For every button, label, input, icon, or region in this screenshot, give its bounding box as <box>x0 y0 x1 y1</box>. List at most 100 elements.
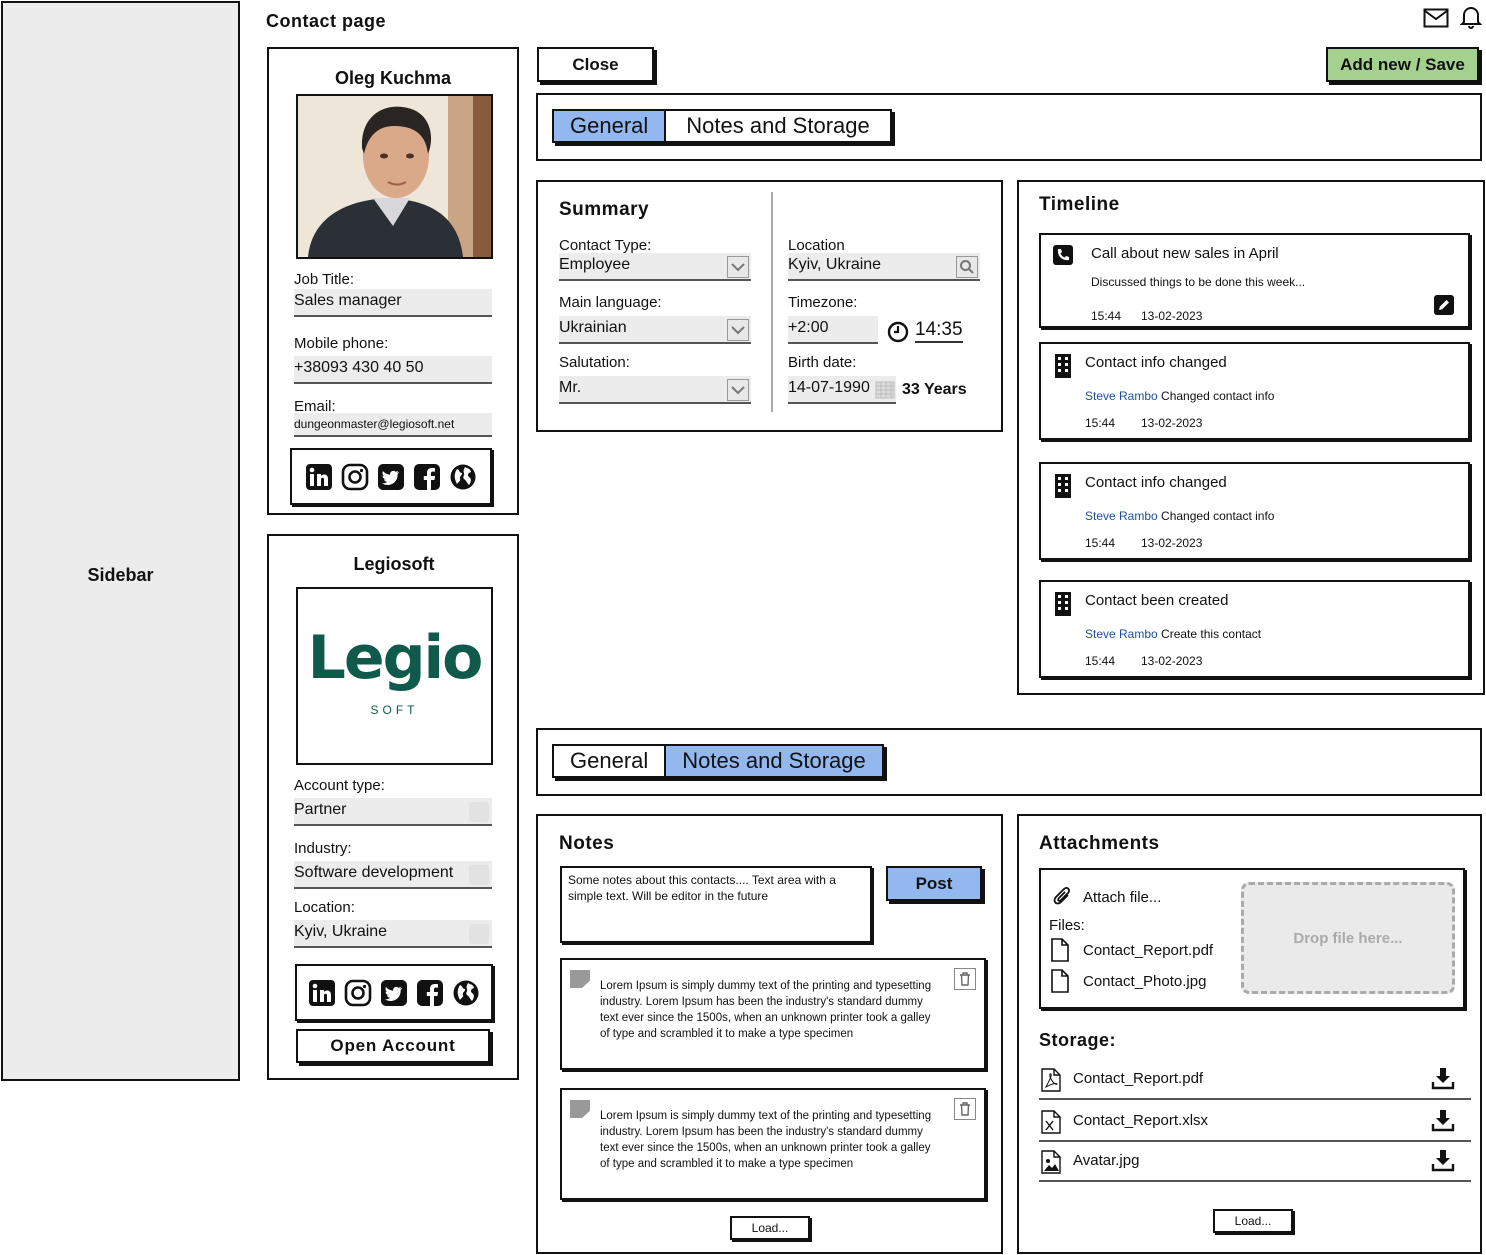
timeline-item-action: Changed contact info <box>1161 389 1275 403</box>
attached-file-name[interactable]: Contact_Report.pdf <box>1083 942 1213 959</box>
linkedin-icon[interactable] <box>305 463 333 491</box>
website-globe-icon[interactable] <box>449 463 477 491</box>
building-icon <box>1053 354 1073 378</box>
timeline-item-date: 13-02-2023 <box>1141 654 1203 668</box>
storage-row[interactable]: Contact_Report.xlsx <box>1039 1102 1471 1142</box>
files-label: Files: <box>1049 917 1085 934</box>
note-editor[interactable]: Some notes about this contacts.... Text … <box>560 866 872 943</box>
trash-icon[interactable] <box>954 968 976 990</box>
edit-pencil-icon[interactable] <box>1434 295 1454 315</box>
note-item: Lorem Ipsum is simply dummy text of the … <box>560 958 986 1070</box>
phone-icon <box>1053 245 1073 265</box>
industry-field: Software development <box>294 861 492 889</box>
storage-load-button[interactable]: Load... <box>1213 1209 1293 1233</box>
timeline-item-user-link[interactable]: Steve Rambo <box>1085 509 1158 523</box>
storage-row[interactable]: Contact_Report.pdf <box>1039 1060 1471 1100</box>
save-button[interactable]: Add new / Save <box>1326 47 1479 82</box>
timeline-item-time: 15:44 <box>1085 654 1116 668</box>
job-title-field[interactable]: Sales manager <box>294 289 492 317</box>
timeline-item-user-link[interactable]: Steve Rambo <box>1085 627 1158 641</box>
facebook-icon[interactable] <box>416 979 444 1007</box>
timeline-item-action: Create this contact <box>1161 627 1262 641</box>
tab-general[interactable]: General <box>554 746 664 776</box>
timeline-item-action: Changed contact info <box>1161 509 1275 523</box>
birth-date-value: 14-07-1990 <box>788 379 870 396</box>
timeline-item-user-link[interactable]: Steve Rambo <box>1085 389 1158 403</box>
company-location-label: Location: <box>294 899 355 916</box>
summary-divider <box>771 192 773 412</box>
storage-file-name: Contact_Report.xlsx <box>1073 1112 1209 1129</box>
tab-panel-notes: General Notes and Storage <box>536 728 1482 796</box>
twitter-icon[interactable] <box>377 463 405 491</box>
mail-icon[interactable] <box>1423 8 1449 28</box>
building-icon <box>1053 592 1073 616</box>
clock-icon <box>887 321 909 343</box>
company-card: Legiosoft Legio SOFT Account type: Partn… <box>267 534 519 1080</box>
instagram-icon[interactable] <box>341 463 369 491</box>
instagram-icon[interactable] <box>344 979 372 1007</box>
email-field[interactable]: dungeonmaster@legiosoft.net <box>294 413 492 437</box>
timeline-item[interactable]: Contact info changed Steve Rambo Changed… <box>1039 462 1470 560</box>
account-type-label: Account type: <box>294 777 385 794</box>
attach-file-link[interactable]: Attach file... <box>1083 889 1161 906</box>
contact-type-select[interactable]: Employee <box>559 253 751 281</box>
tab-notes-storage[interactable]: Notes and Storage <box>666 111 889 141</box>
storage-file-name: Avatar.jpg <box>1073 1152 1140 1169</box>
calendar-icon[interactable] <box>874 378 896 400</box>
attachments-panel: Attachments Attach file... Files: Contac… <box>1017 814 1482 1254</box>
timeline-item[interactable]: Contact been created Steve Rambo Create … <box>1039 580 1470 678</box>
timezone-field[interactable]: +2:00 <box>788 316 878 344</box>
birth-date-field[interactable]: 14-07-1990 <box>788 376 896 404</box>
download-icon[interactable] <box>1431 1066 1455 1090</box>
download-icon[interactable] <box>1431 1148 1455 1172</box>
storage-row[interactable]: Avatar.jpg <box>1039 1142 1471 1182</box>
linkedin-icon[interactable] <box>308 979 336 1007</box>
timeline-item-detail: Steve Rambo Changed contact info <box>1085 389 1274 403</box>
twitter-icon[interactable] <box>380 979 408 1007</box>
account-type-value: Partner <box>294 801 347 818</box>
storage-title: Storage: <box>1039 1030 1117 1050</box>
search-icon[interactable] <box>956 256 978 278</box>
paperclip-icon <box>1053 886 1073 908</box>
timeline-item-date: 13-02-2023 <box>1141 536 1203 550</box>
location-search-field[interactable]: Kyiv, Ukraine <box>788 253 980 281</box>
facebook-icon[interactable] <box>413 463 441 491</box>
mobile-field[interactable]: +38093 430 40 50 <box>294 356 492 384</box>
salutation-select[interactable]: Mr. <box>559 376 751 404</box>
salutation-label: Salutation: <box>559 354 630 371</box>
timeline-item[interactable]: Contact info changed Steve Rambo Changed… <box>1039 342 1470 440</box>
lock-icon <box>469 865 489 885</box>
timeline-panel: Timeline Call about new sales in April D… <box>1017 180 1485 695</box>
download-icon[interactable] <box>1431 1108 1455 1132</box>
company-logo-wordmark: Legio <box>307 623 484 693</box>
drop-zone-label: Drop file here... <box>1293 929 1403 947</box>
timeline-item[interactable]: Call about new sales in April Discussed … <box>1039 233 1470 328</box>
main-language-select[interactable]: Ukrainian <box>559 316 751 344</box>
attached-file-name[interactable]: Contact_Photo.jpg <box>1083 973 1206 990</box>
bell-icon[interactable] <box>1459 5 1483 29</box>
lock-icon <box>469 924 489 944</box>
timeline-item-detail: Steve Rambo Create this contact <box>1085 627 1261 641</box>
drop-zone[interactable]: Drop file here... <box>1241 882 1455 994</box>
tab-general[interactable]: General <box>554 111 667 141</box>
trash-icon[interactable] <box>954 1098 976 1120</box>
note-text: Lorem Ipsum is simply dummy text of the … <box>600 1110 932 1170</box>
notes-load-button[interactable]: Load... <box>730 1216 810 1240</box>
website-globe-icon[interactable] <box>452 979 480 1007</box>
birth-date-label: Birth date: <box>788 354 857 371</box>
sidebar-label: Sidebar <box>87 565 154 585</box>
open-account-button[interactable]: Open Account <box>296 1029 490 1063</box>
close-button[interactable]: Close <box>537 47 654 82</box>
pdf-file-icon <box>1041 1068 1061 1092</box>
page-title: Contact page <box>266 11 387 31</box>
file-icon <box>1051 969 1069 993</box>
chevron-down-icon[interactable] <box>727 319 749 341</box>
post-button[interactable]: Post <box>886 866 982 901</box>
chevron-down-icon[interactable] <box>727 256 749 278</box>
main-language-value: Ukrainian <box>559 319 627 336</box>
chevron-down-icon[interactable] <box>727 379 749 401</box>
tab-notes-storage[interactable]: Notes and Storage <box>664 746 882 776</box>
contact-type-value: Employee <box>559 256 631 273</box>
tab-bar: General Notes and Storage <box>552 109 892 143</box>
storage-file-name: Contact_Report.pdf <box>1073 1070 1204 1087</box>
